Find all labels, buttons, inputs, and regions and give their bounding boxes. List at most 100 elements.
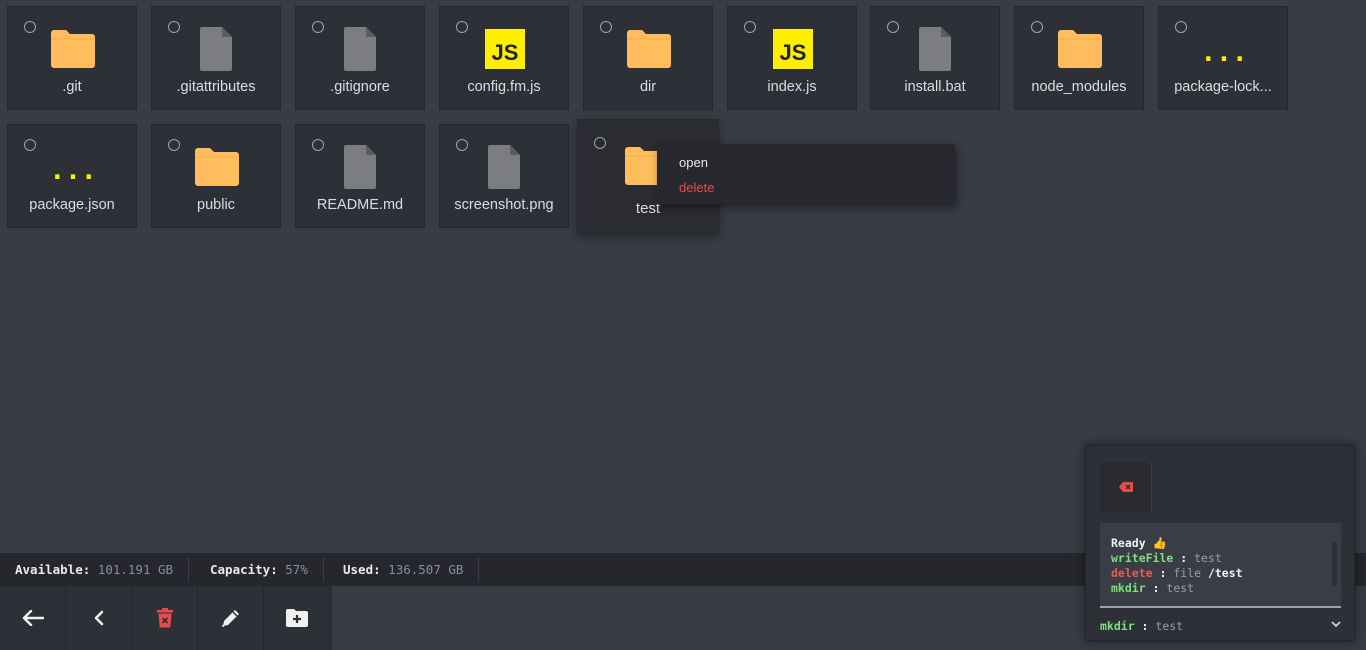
javascript-icon: JS — [773, 29, 813, 69]
console-log-token: test — [1194, 551, 1222, 565]
console-log-line: delete : file /test — [1111, 566, 1341, 581]
console-log-line: Ready 👍 — [1111, 536, 1341, 551]
select-radio[interactable] — [456, 21, 468, 33]
file-icon — [344, 27, 376, 71]
new-folder-icon — [285, 609, 308, 627]
console-log-token: delete — [1111, 566, 1153, 580]
file-name-label: dir — [639, 79, 657, 95]
file-name-label: package-lock... — [1174, 79, 1272, 95]
file-tile[interactable]: node_modules — [1014, 6, 1144, 110]
back-button[interactable] — [0, 586, 66, 650]
file-name-label: screenshot.png — [454, 197, 554, 213]
select-radio[interactable] — [168, 139, 180, 151]
used-stat: Used: 136.507 GB — [328, 557, 480, 582]
select-radio[interactable] — [168, 21, 180, 33]
json-icon: {...} — [1200, 38, 1248, 68]
file-tile[interactable]: README.md — [295, 124, 425, 228]
select-radio[interactable] — [1031, 21, 1043, 33]
console-log-token: : — [1152, 566, 1174, 580]
select-radio[interactable] — [24, 21, 36, 33]
folder-icon — [1058, 30, 1102, 68]
available-value: 101.191 GB — [97, 562, 174, 577]
context-menu-open[interactable]: open — [679, 155, 708, 170]
console-log-token: : — [1145, 581, 1167, 595]
console-log-line: mkdir : test — [1111, 581, 1341, 596]
trash-icon — [156, 608, 173, 628]
rename-button[interactable] — [198, 586, 264, 650]
folder-icon — [195, 148, 239, 186]
file-name-label: package.json — [29, 197, 115, 213]
select-radio[interactable] — [24, 139, 36, 151]
context-menu-delete[interactable]: delete — [679, 180, 714, 195]
file-name-label: .git — [62, 79, 82, 95]
context-menu: open delete — [657, 144, 955, 204]
clear-console-button[interactable] — [1100, 462, 1152, 512]
select-radio[interactable] — [312, 21, 324, 33]
new-folder-button[interactable] — [264, 586, 330, 650]
console-scrollbar[interactable] — [1332, 543, 1337, 585]
select-radio[interactable] — [1175, 21, 1187, 33]
javascript-icon: JS — [485, 29, 525, 69]
file-tile[interactable]: screenshot.png — [439, 124, 569, 228]
file-icon — [200, 27, 232, 71]
console-panel: Ready 👍 writeFile : test delete : file /te… — [1085, 445, 1355, 641]
last-command-name: mkdir — [1100, 619, 1135, 633]
file-name-label: .gitattributes — [176, 79, 256, 95]
folder-icon — [627, 30, 671, 68]
parent-dir-button[interactable] — [66, 586, 132, 650]
console-log-token: : — [1173, 551, 1195, 565]
file-tile[interactable]: JS config.fm.js — [439, 6, 569, 110]
file-name-label: .gitignore — [330, 79, 390, 95]
action-toolbar — [0, 586, 332, 650]
svg-text:JS: JS — [780, 40, 807, 65]
select-radio[interactable] — [456, 139, 468, 151]
file-name-label: config.fm.js — [467, 79, 541, 95]
folder-icon — [51, 30, 95, 68]
file-name-label: public — [197, 197, 235, 213]
console-log-token: mkdir — [1111, 581, 1146, 595]
svg-text:{...}: {...} — [1200, 38, 1248, 68]
available-stat: Available: 101.191 GB — [0, 557, 190, 582]
file-tile[interactable]: install.bat — [870, 6, 1000, 110]
file-name-label: install.bat — [904, 79, 966, 95]
console-toggle-button[interactable] — [1331, 617, 1341, 631]
console-log-token: /test — [1207, 566, 1243, 580]
file-name-label: index.js — [767, 79, 817, 95]
select-radio[interactable] — [312, 139, 324, 151]
file-tile[interactable]: .git — [7, 6, 137, 110]
last-command-sep: : — [1134, 619, 1156, 633]
pencil-icon — [221, 610, 239, 627]
file-tile[interactable]: .gitignore — [295, 6, 425, 110]
file-name-label: README.md — [316, 197, 404, 213]
select-radio[interactable] — [594, 137, 606, 149]
capacity-value: 57% — [285, 562, 308, 577]
file-icon — [344, 145, 376, 189]
console-log: Ready 👍 writeFile : test delete : file /te… — [1100, 523, 1341, 608]
file-tile[interactable]: public — [151, 124, 281, 228]
file-tile[interactable]: .gitattributes — [151, 6, 281, 110]
file-tile[interactable]: JS index.js — [727, 6, 857, 110]
file-name-label: node_modules — [1031, 79, 1127, 95]
select-radio[interactable] — [600, 21, 612, 33]
capacity-stat: Capacity: 57% — [195, 557, 324, 582]
capacity-label: Capacity: — [210, 562, 278, 577]
used-label: Used: — [343, 562, 381, 577]
delete-button[interactable] — [132, 586, 198, 650]
svg-text:JS: JS — [492, 40, 519, 65]
json-icon: {...} — [49, 156, 97, 186]
console-log-token: writeFile — [1111, 551, 1174, 565]
console-last-command: mkdir : test — [1100, 619, 1341, 637]
used-value: 136.507 GB — [388, 562, 464, 577]
arrow-left-icon — [22, 610, 44, 626]
file-tile[interactable]: dir — [583, 6, 713, 110]
file-icon — [919, 27, 951, 71]
file-tile[interactable]: {...} package.json — [7, 124, 137, 228]
console-log-token: file — [1173, 566, 1208, 580]
file-tile[interactable]: {...} package-lock... — [1158, 6, 1288, 110]
select-radio[interactable] — [744, 21, 756, 33]
svg-text:{...}: {...} — [49, 156, 97, 186]
console-log-token: test — [1166, 581, 1195, 595]
select-radio[interactable] — [887, 21, 899, 33]
console-log-line: writeFile : test — [1111, 551, 1341, 566]
last-command-arg: test — [1155, 619, 1184, 633]
